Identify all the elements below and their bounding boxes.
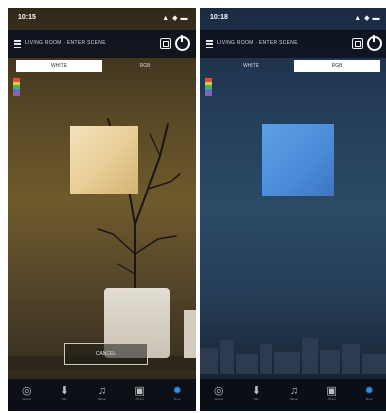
tab-rgb[interactable]: RGB <box>294 60 380 72</box>
settings-icon: ✹ <box>364 384 374 397</box>
mode-tabs: WHITE RGB <box>16 60 188 72</box>
header-title: LIVING ROOM · ENTER SCENE <box>25 40 106 46</box>
mic-icon: ⬇ <box>59 384 69 397</box>
nav-label: Scene <box>214 396 224 401</box>
nav-item-mic[interactable]: ⬇ Mic <box>245 380 267 406</box>
city-skyline <box>200 334 386 374</box>
side-vase <box>184 310 196 358</box>
menu-icon[interactable] <box>206 40 213 48</box>
light-color-tile[interactable] <box>262 124 334 196</box>
nav-label: Mic <box>62 396 67 401</box>
music-note-icon: ♫ <box>97 384 107 397</box>
nav-item-photo[interactable]: ▣ Photo <box>129 380 151 406</box>
status-time: 10:15 <box>18 14 36 21</box>
mic-icon: ⬇ <box>251 384 261 397</box>
nav-item-scene[interactable]: ◎ Scene <box>16 380 38 406</box>
nav-item-photo[interactable]: ▣ Photo <box>321 380 343 406</box>
app-header: LIVING ROOM · ENTER SCENE <box>8 30 196 58</box>
nav-item-scene[interactable]: ◎ Scene <box>208 380 230 406</box>
screen-icon[interactable] <box>352 38 363 49</box>
nav-item-music[interactable]: ♫ Music <box>283 380 305 406</box>
nav-label: Photo <box>327 396 336 401</box>
nav-item-more[interactable]: ✹ More <box>166 380 188 406</box>
status-icons: ▲ ◆ ▬ <box>354 15 380 22</box>
status-time: 10:18 <box>210 14 228 21</box>
menu-icon[interactable] <box>14 40 21 48</box>
nav-label: More <box>365 396 373 401</box>
phone-screen-white-mode: 10:15 ▲ ◆ ▬ LIVING ROOM · ENTER SCENE WH… <box>8 8 196 411</box>
bottom-nav: ◎ Scene ⬇ Mic ♫ Music ▣ Photo ✹ More <box>8 379 196 411</box>
music-icon: ◎ <box>21 384 32 397</box>
power-icon[interactable] <box>175 35 190 51</box>
phone-screen-rgb-mode: 10:18 ▲ ◆ ▬ LIVING ROOM · ENTER SCENE WH… <box>200 8 386 411</box>
music-icon: ◎ <box>213 384 224 397</box>
nav-item-mic[interactable]: ⬇ Mic <box>53 380 75 406</box>
nav-item-more[interactable]: ✹ More <box>358 380 380 406</box>
status-icons: ▲ ◆ ▬ <box>162 15 188 22</box>
color-palette-icon[interactable] <box>13 78 20 96</box>
nav-label: More <box>173 396 181 401</box>
app-header: LIVING ROOM · ENTER SCENE <box>200 30 386 58</box>
status-bar: 10:15 ▲ ◆ ▬ <box>8 8 196 28</box>
nav-item-music[interactable]: ♫ Music <box>91 380 113 406</box>
nav-label: Music <box>98 396 106 401</box>
tab-white[interactable]: WHITE <box>208 60 294 72</box>
color-palette-icon[interactable] <box>205 78 212 96</box>
header-title: LIVING ROOM · ENTER SCENE <box>217 40 298 46</box>
screen-icon[interactable] <box>160 38 171 49</box>
music-note-icon: ♫ <box>289 384 299 397</box>
mode-tabs: WHITE RGB <box>208 60 380 72</box>
tab-rgb[interactable]: RGB <box>102 60 188 72</box>
power-icon[interactable] <box>367 35 382 51</box>
nav-label: Scene <box>22 396 32 401</box>
settings-icon: ✹ <box>172 384 182 397</box>
nav-label: Photo <box>135 396 144 401</box>
cancel-button[interactable]: CANCEL <box>64 343 148 365</box>
tab-white[interactable]: WHITE <box>16 60 102 72</box>
nav-label: Music <box>290 396 298 401</box>
picture-icon: ▣ <box>134 384 145 397</box>
bottom-nav: ◎ Scene ⬇ Mic ♫ Music ▣ Photo ✹ More <box>200 379 386 411</box>
light-color-tile[interactable] <box>70 126 138 194</box>
picture-icon: ▣ <box>326 384 337 397</box>
nav-label: Mic <box>254 396 259 401</box>
status-bar: 10:18 ▲ ◆ ▬ <box>200 8 386 28</box>
